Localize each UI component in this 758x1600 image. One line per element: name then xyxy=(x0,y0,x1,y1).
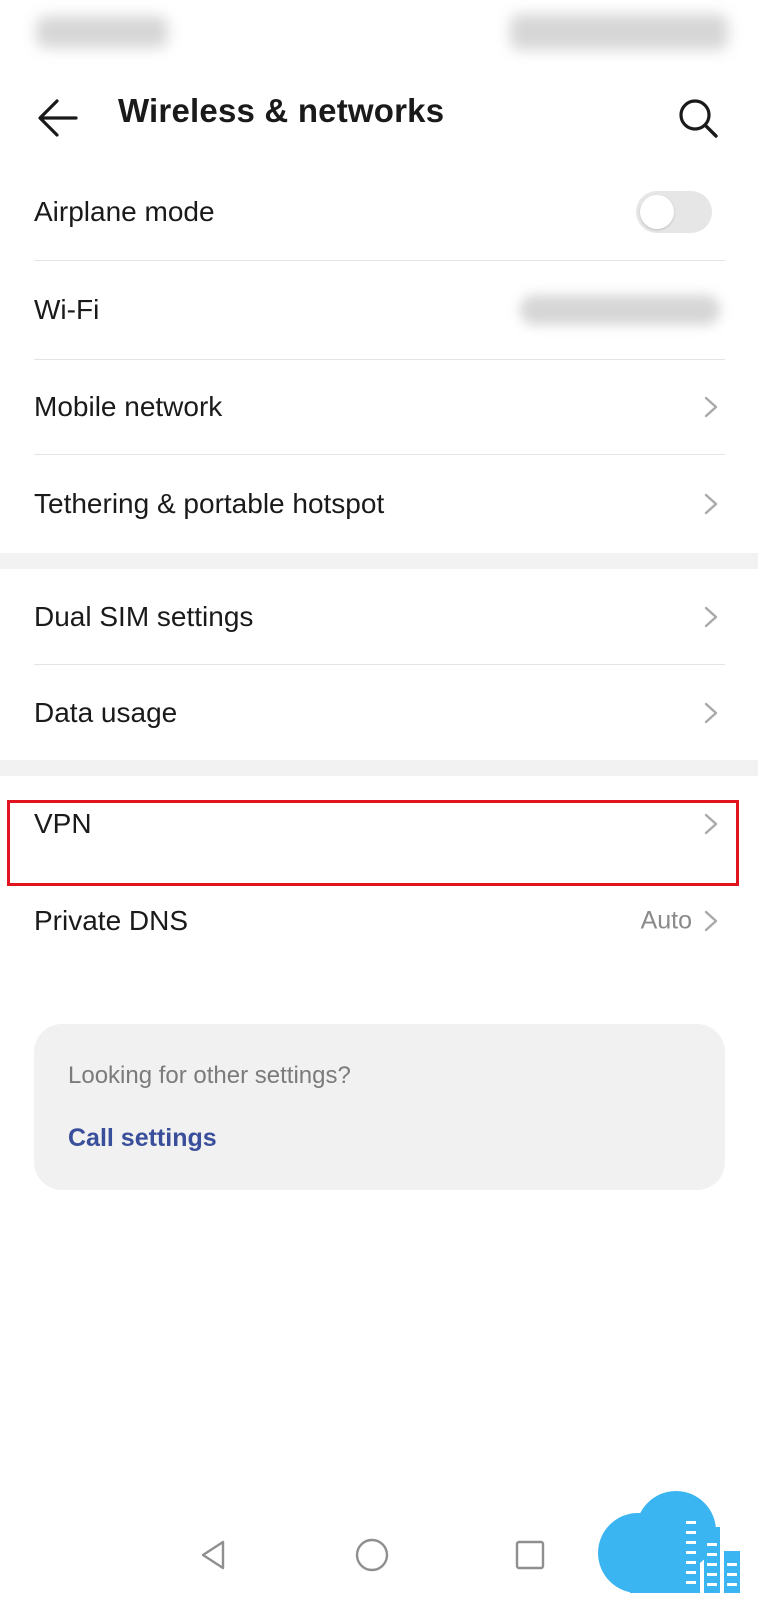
suggestion-hint: Looking for other settings? xyxy=(68,1062,351,1089)
section-gap xyxy=(0,553,758,569)
setting-private-dns[interactable]: Private DNS Auto xyxy=(0,873,758,969)
status-icons-blurred xyxy=(510,14,728,50)
chevron-right-icon xyxy=(704,910,718,932)
setting-tethering-hotspot[interactable]: Tethering & portable hotspot xyxy=(0,455,758,553)
setting-label: Mobile network xyxy=(34,391,223,422)
chevron-right-icon xyxy=(704,396,718,418)
private-dns-value: Auto xyxy=(640,906,692,935)
setting-label: Airplane mode xyxy=(34,196,215,227)
airplane-mode-toggle[interactable] xyxy=(636,191,712,233)
nav-recents-icon xyxy=(515,1540,545,1570)
setting-dual-sim[interactable]: Dual SIM settings xyxy=(0,569,758,664)
back-arrow-icon xyxy=(38,99,78,137)
nav-back-icon xyxy=(201,1540,225,1570)
cloud-logo-icon xyxy=(598,1491,740,1593)
chevron-right-icon xyxy=(704,813,718,835)
setting-label: Data usage xyxy=(34,696,178,728)
wifi-network-name-blurred xyxy=(520,295,720,325)
toggle-knob xyxy=(640,195,674,229)
setting-mobile-network[interactable]: Mobile network xyxy=(0,360,758,454)
setting-wifi[interactable]: Wi-Fi xyxy=(0,261,758,359)
chevron-right-icon xyxy=(704,606,718,627)
chevron-right-icon xyxy=(704,702,718,723)
search-icon xyxy=(679,99,718,138)
back-button[interactable] xyxy=(30,90,86,146)
status-time-blurred xyxy=(36,16,168,48)
search-button[interactable] xyxy=(670,90,726,146)
nav-back-button[interactable] xyxy=(188,1530,238,1580)
setting-vpn[interactable]: VPN xyxy=(0,776,758,872)
nav-home-icon xyxy=(355,1538,389,1572)
app-bar: Wireless & networks xyxy=(0,68,758,168)
setting-airplane-mode[interactable]: Airplane mode xyxy=(0,164,758,260)
setting-label: Dual SIM settings xyxy=(34,600,254,632)
nav-recents-button[interactable] xyxy=(505,1530,555,1580)
setting-label: VPN xyxy=(34,808,92,839)
suggestion-card: Looking for other settings? Call setting… xyxy=(34,1024,725,1190)
status-bar xyxy=(0,0,758,68)
call-settings-link[interactable]: Call settings xyxy=(68,1124,217,1153)
setting-label: Tethering & portable hotspot xyxy=(34,488,385,519)
page-title: Wireless & networks xyxy=(118,92,445,129)
nav-home-button[interactable] xyxy=(347,1530,397,1580)
section-gap xyxy=(0,760,758,776)
setting-label: Wi-Fi xyxy=(34,294,100,325)
setting-data-usage[interactable]: Data usage xyxy=(0,665,758,760)
chevron-right-icon xyxy=(704,493,718,515)
setting-label: Private DNS xyxy=(34,905,189,936)
